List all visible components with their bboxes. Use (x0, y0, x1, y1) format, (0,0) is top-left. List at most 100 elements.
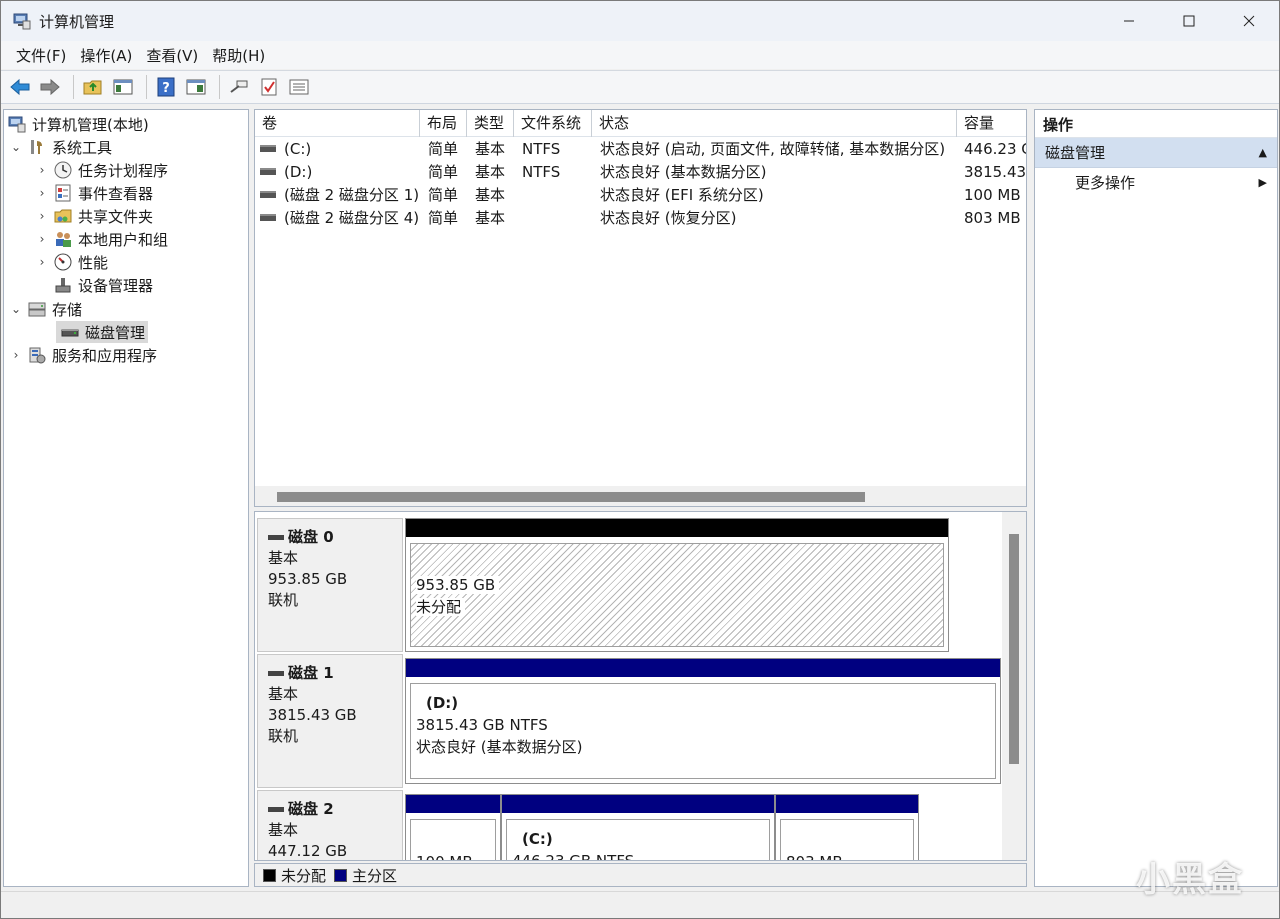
connect-icon[interactable] (226, 74, 252, 100)
scrollbar-thumb[interactable] (1009, 534, 1019, 764)
back-icon[interactable] (7, 74, 33, 100)
disk-graph-view: 磁盘 0 基本 953.85 GB 联机 953.85 GB 未分配 磁盘 1 … (254, 511, 1027, 861)
partition-c[interactable]: (C:) 446.23 GB NTFS (501, 794, 775, 860)
disk-info-0[interactable]: 磁盘 0 基本 953.85 GB 联机 (257, 518, 403, 652)
table-row[interactable]: (磁盘 2 磁盘分区 1) 简单 基本 状态良好 (EFI 系统分区) 100 … (255, 184, 1026, 207)
properties-icon[interactable] (183, 74, 209, 100)
chevron-right-icon[interactable]: › (34, 255, 50, 269)
tree-item-event-viewer[interactable]: › 事件查看器 (34, 182, 153, 204)
tree-item-disk-management[interactable]: 磁盘管理 (56, 321, 149, 343)
disk-info-2[interactable]: 磁盘 2 基本 447.12 GB (257, 790, 403, 860)
up-folder-icon[interactable] (80, 74, 106, 100)
tree-item-performance[interactable]: › 性能 (34, 251, 108, 273)
forward-icon[interactable] (37, 74, 63, 100)
volume-name: (C:) (284, 140, 312, 158)
actions-pane: 操作 磁盘管理 ▲ 更多操作 ▶ (1034, 109, 1278, 887)
more-actions-label: 更多操作 (1075, 174, 1136, 192)
partition-body: (C:) 446.23 GB NTFS (506, 819, 770, 860)
title-bar[interactable]: 计算机管理 (1, 1, 1279, 41)
menu-help[interactable]: 帮助(H) (205, 45, 272, 66)
window-title: 计算机管理 (39, 12, 115, 31)
tree-item-system-tools[interactable]: ⌄ 系统工具 (8, 136, 112, 158)
partition-body: (D:) 3815.43 GB NTFS 状态良好 (基本数据分区) (410, 683, 996, 779)
column-header-volume[interactable]: 卷 (255, 110, 420, 137)
chevron-right-icon[interactable]: › (34, 232, 50, 246)
partition-recovery[interactable]: 803 MB (775, 794, 919, 860)
tree-item-task-scheduler[interactable]: › 任务计划程序 (34, 159, 168, 181)
column-header-type[interactable]: 类型 (467, 110, 514, 137)
volume-name: (磁盘 2 磁盘分区 4) (284, 209, 420, 227)
actions-header: 操作 (1035, 110, 1277, 138)
chevron-right-icon[interactable]: › (34, 186, 50, 200)
status-bar (1, 891, 1279, 918)
capacity-cell: 446.23 G (964, 140, 1026, 158)
tree-item-storage[interactable]: ⌄ 存储 (8, 298, 82, 320)
list-icon[interactable] (286, 74, 312, 100)
menu-view[interactable]: 查看(V) (139, 45, 205, 66)
svg-text:?: ? (162, 81, 170, 96)
tree-label: 设备管理器 (78, 276, 154, 295)
partition-size: 953.85 GB (416, 576, 500, 594)
tree-item-shared-folders[interactable]: › 共享文件夹 (34, 205, 153, 227)
chevron-right-icon[interactable]: › (34, 209, 50, 223)
tree-item-root[interactable]: 计算机管理(本地) (8, 113, 149, 135)
layout-cell: 简单 (428, 209, 459, 227)
partition-bar-unallocated (406, 519, 948, 537)
column-header-filesystem[interactable]: 文件系统 (514, 110, 592, 137)
chevron-right-icon[interactable]: › (34, 163, 50, 177)
vertical-scrollbar[interactable] (1002, 512, 1026, 860)
show-hide-tree-icon[interactable] (110, 74, 136, 100)
actions-section-label: 磁盘管理 (1045, 144, 1106, 162)
tree-item-services[interactable]: › 服务和应用程序 (8, 344, 157, 366)
legend-label-primary: 主分区 (352, 866, 398, 885)
submenu-arrow-icon: ▶ (1258, 176, 1267, 189)
partition-unallocated[interactable]: 953.85 GB 未分配 (405, 518, 949, 652)
partition-label: (D:) (426, 694, 459, 712)
menu-bar: 文件(F) 操作(A) 查看(V) 帮助(H) (1, 41, 1279, 69)
partition-bar-primary (502, 795, 774, 813)
volume-icon (260, 145, 276, 152)
check-icon[interactable] (256, 74, 282, 100)
close-button[interactable] (1219, 1, 1279, 41)
disk-icon (268, 807, 284, 812)
tree-item-device-manager[interactable]: 设备管理器 (50, 274, 153, 296)
computer-management-window: 计算机管理 文件(F) 操作(A) 查看(V) 帮助(H) ? 计算机管理(本地… (0, 0, 1280, 919)
partition-label: (C:) (522, 830, 553, 848)
partition-efi[interactable]: 100 MB (405, 794, 501, 860)
column-header-status[interactable]: 状态 (592, 110, 957, 137)
scrollbar-thumb[interactable] (277, 492, 865, 502)
clock-icon (54, 161, 72, 179)
help-icon[interactable]: ? (153, 74, 179, 100)
type-cell: 基本 (475, 140, 506, 158)
partition-d[interactable]: (D:) 3815.43 GB NTFS 状态良好 (基本数据分区) (405, 658, 1001, 784)
column-header-capacity[interactable]: 容量 (957, 110, 1026, 137)
horizontal-scrollbar[interactable] (255, 486, 1026, 506)
capacity-cell: 100 MB (964, 186, 1021, 204)
partition-label (416, 552, 943, 574)
minimize-button[interactable] (1099, 1, 1159, 41)
menu-action[interactable]: 操作(A) (73, 45, 139, 66)
tree-item-local-users[interactable]: › 本地用户和组 (34, 228, 168, 250)
menu-file[interactable]: 文件(F) (9, 45, 73, 66)
collapse-up-icon[interactable]: ▲ (1259, 138, 1267, 168)
device-manager-icon (54, 276, 72, 294)
column-header-layout[interactable]: 布局 (420, 110, 467, 137)
table-row[interactable]: (D:) 简单 基本 NTFS 状态良好 (基本数据分区) 3815.43 (255, 161, 1026, 184)
more-actions-item[interactable]: 更多操作 ▶ (1035, 168, 1277, 198)
filesystem-cell: NTFS (522, 163, 561, 181)
legend: 未分配 主分区 (254, 863, 1027, 887)
disk-type: 基本 (268, 685, 299, 703)
shared-folder-icon (54, 207, 72, 225)
chevron-down-icon[interactable]: ⌄ (8, 140, 24, 154)
table-row[interactable]: (C:) 简单 基本 NTFS 状态良好 (启动, 页面文件, 故障转储, 基本… (255, 138, 1026, 161)
chevron-right-icon[interactable]: › (8, 348, 24, 362)
disk-row-2: 磁盘 2 基本 447.12 GB 100 MB (C:) 446.23 GB … (255, 788, 1003, 860)
partition-size: 803 MB (786, 851, 913, 860)
table-row[interactable]: (磁盘 2 磁盘分区 4) 简单 基本 状态良好 (恢复分区) 803 MB (255, 207, 1026, 230)
chevron-down-icon[interactable]: ⌄ (8, 302, 24, 316)
tree-label: 事件查看器 (78, 184, 154, 203)
actions-section-disk-management[interactable]: 磁盘管理 ▲ (1035, 138, 1277, 168)
tree-label: 性能 (78, 253, 109, 272)
disk-info-1[interactable]: 磁盘 1 基本 3815.43 GB 联机 (257, 654, 403, 788)
maximize-button[interactable] (1159, 1, 1219, 41)
